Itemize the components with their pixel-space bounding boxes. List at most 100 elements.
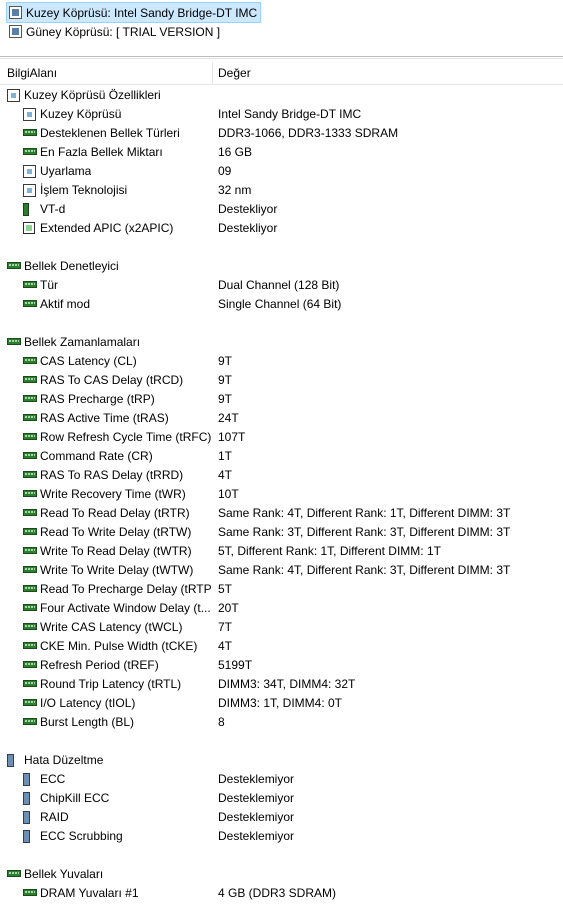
group-row[interactable]: Bellek Yuvaları (0, 865, 563, 884)
field-label: Write To Write Delay (tWTW) (40, 563, 194, 577)
field-value: DIMM3: 34T, DIMM4: 32T (218, 677, 356, 691)
field-label: Write CAS Latency (tWCL) (40, 620, 183, 634)
field-value: Desteklemiyor (218, 772, 295, 786)
field-value: Same Rank: 4T, Different Rank: 1T, Diffe… (218, 506, 511, 520)
group-row[interactable]: Kuzey Köprüsü Özellikleri (0, 86, 563, 105)
property-row[interactable]: Command Rate (CR) 1T (0, 447, 563, 466)
field-label: DRAM Yuvaları #1 (40, 886, 139, 900)
list-header: BilgiAlanı Değer (0, 62, 563, 84)
property-row[interactable]: Write Recovery Time (tWR) 10T (0, 485, 563, 504)
field-value: 9T (218, 373, 233, 387)
field-value: Single Channel (64 Bit) (218, 297, 342, 311)
pane-splitter[interactable] (0, 56, 563, 57)
chip-icon (9, 25, 22, 38)
field-value: DDR3-1066, DDR3-1333 SDRAM (218, 126, 399, 140)
memory-stick-icon (7, 754, 14, 767)
property-row[interactable]: İşlem Teknolojisi 32 nm (0, 181, 563, 200)
property-row[interactable]: RAID Desteklemiyor (0, 808, 563, 827)
property-row[interactable]: DRAM Yuvaları #1 4 GB (DDR3 SDRAM) (0, 884, 563, 903)
chip-icon (23, 108, 36, 121)
group-label: Hata Düzeltme (24, 753, 104, 767)
memory-stick-icon (23, 792, 30, 805)
property-row[interactable]: CAS Latency (CL) 9T (0, 352, 563, 371)
ram-icon (23, 395, 37, 402)
field-value: Intel Sandy Bridge-DT IMC (218, 107, 362, 121)
property-row[interactable]: RAS To CAS Delay (tRCD) 9T (0, 371, 563, 390)
ram-icon (23, 547, 37, 554)
property-row[interactable]: Write To Read Delay (tWTR) 5T, Different … (0, 542, 563, 561)
ram-icon (23, 585, 37, 592)
field-value: Dual Channel (128 Bit) (218, 278, 340, 292)
field-value: 24T (218, 411, 239, 425)
memory-stick-icon (23, 830, 30, 843)
ram-icon (23, 414, 37, 421)
field-value: DIMM3: 1T, DIMM4: 0T (218, 696, 343, 710)
property-row[interactable]: Read To Read Delay (tRTR) Same Rank: 4T, … (0, 504, 563, 523)
ram-icon (23, 889, 37, 896)
field-value: Desteklemiyor (218, 791, 295, 805)
ram-icon (23, 357, 37, 364)
property-row[interactable]: Round Trip Latency (tRTL) DIMM3: 34T, DIM… (0, 675, 563, 694)
field-value: 8 (218, 715, 225, 729)
property-row[interactable]: RAS To RAS Delay (tRRD) 4T (0, 466, 563, 485)
field-value: 5199T (218, 658, 253, 672)
field-label: RAS Precharge (tRP) (40, 392, 155, 406)
field-value: 1T (218, 449, 233, 463)
property-row[interactable]: Tür Dual Channel (128 Bit) (0, 276, 563, 295)
group-row[interactable]: Bellek Zamanlamaları (0, 333, 563, 352)
field-label: Command Rate (CR) (40, 449, 153, 463)
tree-node-north-bridge[interactable]: Kuzey Köprüsü: Intel Sandy Bridge-DT IMC (6, 2, 262, 23)
property-row[interactable]: Read To Precharge Delay (tRTP) 5T (0, 580, 563, 599)
property-row[interactable]: Aktif mod Single Channel (64 Bit) (0, 295, 563, 314)
property-row[interactable]: Four Activate Window Delay (t... 20T (0, 599, 563, 618)
property-row[interactable]: VT-d Destekliyor (0, 200, 563, 219)
field-label: RAS To CAS Delay (tRCD) (40, 373, 184, 387)
group-row[interactable]: Bellek Denetleyici (0, 257, 563, 276)
field-label: Write To Read Delay (tWTR) (40, 544, 192, 558)
property-row[interactable]: Row Refresh Cycle Time (tRFC) 107T (0, 428, 563, 447)
field-value: 32 nm (218, 183, 252, 197)
field-value: 4T (218, 639, 233, 653)
property-row[interactable]: ChipKill ECC Desteklemiyor (0, 789, 563, 808)
property-row[interactable]: Write CAS Latency (tWCL) 7T (0, 618, 563, 637)
property-row[interactable]: Uyarlama 09 (0, 162, 563, 181)
property-row[interactable]: Refresh Period (tREF) 5199T (0, 656, 563, 675)
property-row[interactable]: I/O Latency (tIOL) DIMM3: 1T, DIMM4: 0T (0, 694, 563, 713)
field-label: ECC (40, 772, 66, 786)
property-row[interactable]: CKE Min. Pulse Width (tCKE) 4T (0, 637, 563, 656)
group-row[interactable]: Hata Düzeltme (0, 751, 563, 770)
property-row[interactable]: RAS Precharge (tRP) 9T (0, 390, 563, 409)
field-label: Read To Read Delay (tRTR) (40, 506, 190, 520)
field-label: Write Recovery Time (tWR) (40, 487, 186, 501)
column-resize-handle[interactable] (212, 62, 213, 84)
field-value: 5T (218, 582, 233, 596)
pane-splitter-shadow (0, 58, 563, 59)
property-row[interactable]: ECC Desteklemiyor (0, 770, 563, 789)
property-row[interactable]: RAS Active Time (tRAS) 24T (0, 409, 563, 428)
field-label: Aktif mod (40, 297, 91, 311)
property-row[interactable]: Write To Write Delay (tWTW) Same Rank: 4T… (0, 561, 563, 580)
property-row[interactable]: Burst Length (BL) 8 (0, 713, 563, 732)
ram-icon (23, 471, 37, 478)
tree-node-south-bridge[interactable]: Güney Köprüsü: [ TRIAL VERSION ] (6, 22, 220, 41)
tree-node-label: Kuzey Köprüsü: Intel Sandy Bridge-DT IMC (26, 5, 258, 20)
field-label: Row Refresh Cycle Time (tRFC) (40, 430, 212, 444)
field-value: Desteklemiyor (218, 829, 295, 843)
field-value: Desteklemiyor (218, 810, 295, 824)
property-row[interactable]: En Fazla Bellek Miktarı 16 GB (0, 143, 563, 162)
field-label: I/O Latency (tIOL) (40, 696, 136, 710)
ram-icon (23, 566, 37, 573)
property-row[interactable]: Kuzey Köprüsü Intel Sandy Bridge-DT IMC (0, 105, 563, 124)
property-row[interactable]: ECC Scrubbing Desteklemiyor (0, 827, 563, 846)
property-row[interactable]: Desteklenen Bellek Türleri DDR3-1066, DDR… (0, 124, 563, 143)
field-value: Destekliyor (218, 202, 278, 216)
ram-icon (23, 452, 37, 459)
field-label: Read To Write Delay (tRTW) (40, 525, 192, 539)
field-label: VT-d (40, 202, 66, 216)
property-row[interactable]: Read To Write Delay (tRTW) Same Rank: 3T,… (0, 523, 563, 542)
property-row[interactable]: Extended APIC (x2APIC) Destekliyor (0, 219, 563, 238)
column-header-value[interactable]: Değer (218, 66, 251, 80)
column-header-field[interactable]: BilgiAlanı (7, 66, 57, 80)
ram-icon (23, 661, 37, 668)
field-value: 20T (218, 601, 239, 615)
